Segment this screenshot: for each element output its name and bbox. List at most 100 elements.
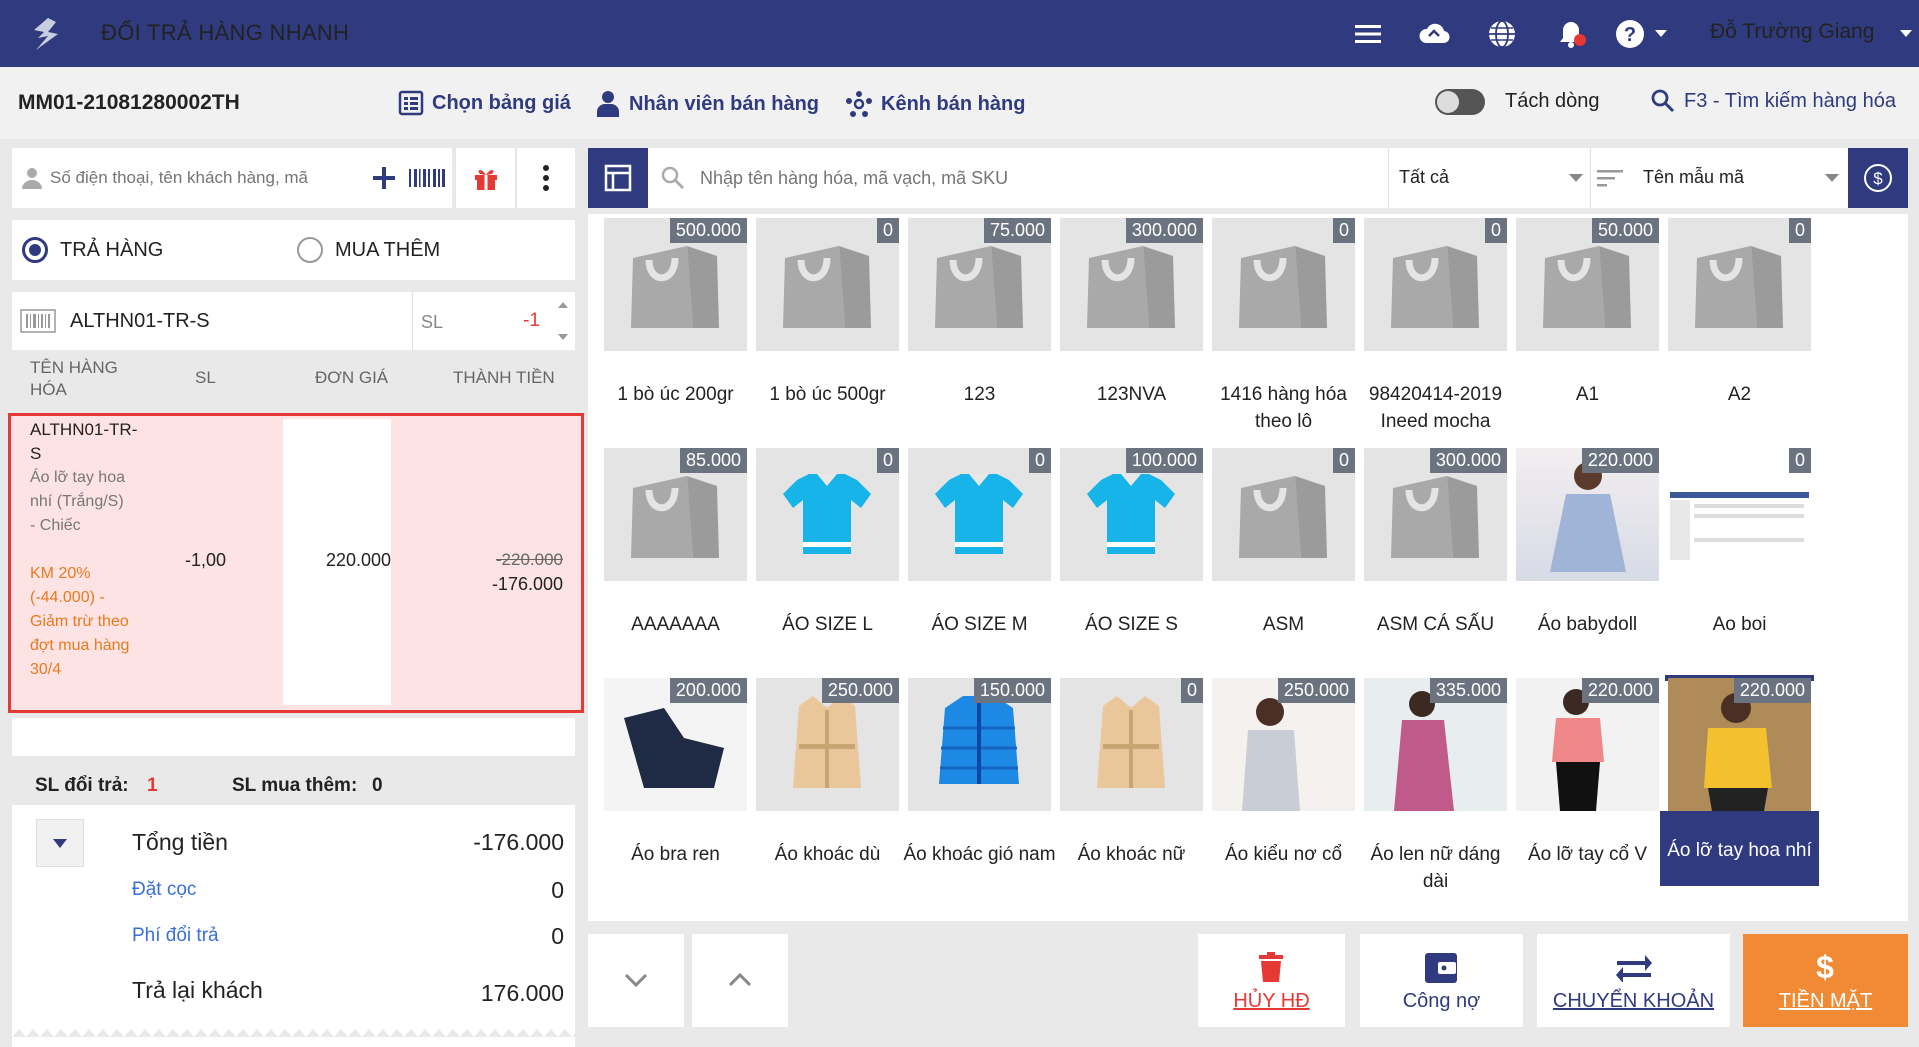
app-title: ĐỔI TRẢ HÀNG NHANH [101, 20, 350, 45]
sales-channel-button[interactable]: Kênh bán hàng [845, 90, 1025, 118]
customer-search-input[interactable] [50, 160, 360, 196]
col-qty-header: SL [195, 368, 216, 387]
product-search-input[interactable] [700, 160, 1380, 196]
product-name: Áo khoác dù [774, 844, 881, 865]
item-qty[interactable]: -1,00 [185, 550, 226, 571]
col-name-header: TÊN HÀNG HÓA [30, 358, 118, 399]
bell-icon[interactable] [1555, 18, 1587, 50]
product-name: 123 [963, 384, 996, 405]
barcode-icon [20, 309, 56, 333]
gift-icon [475, 169, 497, 190]
product-name: A1 [1575, 384, 1600, 405]
svg-text:$: $ [1816, 949, 1834, 984]
search-goods-button[interactable]: F3 - Tìm kiếm hàng hóa [1650, 88, 1896, 114]
product-name: ASM CÁ SẤU [1376, 614, 1495, 635]
help-icon[interactable]: ? [1614, 18, 1646, 50]
buy-more-radio[interactable] [297, 237, 323, 263]
scroll-down-button[interactable] [588, 934, 684, 1027]
deposit-label[interactable]: Đặt cọc [132, 879, 196, 901]
product-name: 1 bò úc 500gr [769, 384, 886, 405]
cloud-sync-icon[interactable] [1418, 18, 1450, 50]
sort-select[interactable]: Tên mẫu mã [1591, 148, 1845, 208]
total-value: -176.000 [473, 829, 564, 855]
product-name: AAAAAAA [631, 614, 720, 635]
product-price-badge: 100.000 [1125, 448, 1203, 473]
product-name: ÁO SIZE S [1085, 614, 1178, 635]
cancel-invoice-label: HỦY HĐ [1233, 990, 1310, 1012]
category-filter-value: Tất cả [1399, 167, 1450, 187]
menu-icon[interactable] [1352, 18, 1384, 50]
product-name: ÁO SIZE M [931, 614, 1028, 635]
product-price-badge: 0 [876, 448, 899, 473]
more-options-button[interactable] [516, 148, 575, 208]
product-search-icon [661, 166, 684, 189]
bank-transfer-button[interactable]: CHUYỂN KHOẢN [1537, 934, 1730, 1027]
item-unit-price[interactable]: 220.000 [326, 550, 391, 571]
price-list-button[interactable]: Chọn bảng giá [398, 90, 571, 116]
product-price-badge: 0 [876, 218, 899, 243]
dollar-circle-icon: $ [1864, 164, 1892, 192]
product-price-badge: 220.000 [1581, 678, 1659, 703]
item-total: -176.000 [491, 574, 563, 594]
sort-value: Tên mẫu mã [1643, 167, 1745, 187]
return-fee-value: 0 [551, 923, 564, 949]
chevron-up-icon [728, 972, 752, 987]
order-code: MM01-21081280002TH [18, 91, 240, 114]
debt-button[interactable]: Công nợ [1360, 934, 1523, 1027]
chevron-down-icon [624, 973, 648, 988]
gift-button[interactable] [455, 148, 515, 208]
return-radio[interactable] [22, 237, 48, 263]
add-customer-icon[interactable] [371, 165, 397, 191]
item-description: Áo lỡ tay hoa nhí (Trắng/S) - Chiếc [30, 469, 125, 534]
chevron-down-icon [1825, 174, 1839, 182]
split-line-label: Tách dòng [1505, 90, 1600, 112]
col-price-header: ĐƠN GIÁ [315, 368, 389, 387]
product-name: 98420414-2019 Ineed mocha [1368, 384, 1503, 432]
return-qty-label: SL đổi trả: [35, 775, 129, 796]
currency-button[interactable]: $ [1848, 148, 1908, 208]
price-table-icon [398, 90, 424, 116]
user-caret-icon[interactable] [1900, 30, 1912, 37]
expand-totals-button[interactable] [36, 819, 84, 867]
product-price-badge: 75.000 [983, 218, 1051, 243]
sales-staff-button[interactable]: Nhân viên bán hàng [595, 90, 819, 118]
sales-staff-label: Nhân viên bán hàng [629, 92, 820, 115]
catalog-view-button[interactable] [588, 148, 648, 208]
product-price-badge: 220.000 [1733, 678, 1811, 703]
cancel-invoice-button[interactable]: HỦY HĐ [1198, 934, 1345, 1027]
customer-icon [22, 168, 42, 189]
cash-button[interactable]: $ TIỀN MẶT [1743, 934, 1908, 1027]
dollar-icon: $ [1816, 949, 1834, 984]
scanned-code: ALTHN01-TR-S [70, 310, 210, 332]
price-list-label: Chọn bảng giá [432, 91, 571, 114]
product-price-badge: 300.000 [1429, 448, 1507, 473]
globe-icon[interactable] [1486, 18, 1518, 50]
item-promotion[interactable]: KM 20% (-44.000) - Giảm trừ theo đợt mua… [30, 562, 130, 682]
return-fee-label[interactable]: Phí đổi trả [132, 925, 219, 947]
product-price-badge: 0 [1332, 448, 1355, 473]
product-price-badge: 335.000 [1429, 678, 1507, 703]
buy-more-qty-value: 0 [372, 775, 383, 796]
product-price-badge: 200.000 [669, 678, 747, 703]
product-price-badge: 0 [1332, 218, 1355, 243]
total-label: Tổng tiền [132, 829, 228, 855]
sales-channel-label: Kênh bán hàng [881, 92, 1026, 115]
scan-qty-value[interactable]: -1 [500, 310, 540, 332]
product-name: Áo kiểu nơ cổ [1224, 844, 1343, 865]
product-name: Áo lỡ tay cổ V [1527, 844, 1648, 865]
scan-qty-label: SL [421, 312, 444, 332]
help-caret-icon[interactable] [1655, 30, 1667, 37]
barcode-scan-icon[interactable] [408, 165, 446, 191]
product-name: Áo khoác gió nam [903, 844, 1056, 865]
svg-text:?: ? [1624, 24, 1636, 46]
category-filter-select[interactable]: Tất cả [1389, 148, 1589, 208]
return-qty-value: 1 [147, 775, 158, 796]
product-grid: 500.000 1 bò úc 200gr 0 1 bò úc 500gr 75.000… [588, 214, 1908, 921]
product-price-badge: 0 [1788, 218, 1811, 243]
product-price-badge: 50.000 [1591, 218, 1659, 243]
product-price-badge: 300.000 [1125, 218, 1203, 243]
user-name[interactable]: Đỗ Trường Giang [1710, 20, 1874, 44]
scroll-up-button[interactable] [692, 934, 788, 1027]
qty-spinner-icon[interactable] [557, 300, 569, 342]
app-logo-icon[interactable] [28, 16, 64, 52]
